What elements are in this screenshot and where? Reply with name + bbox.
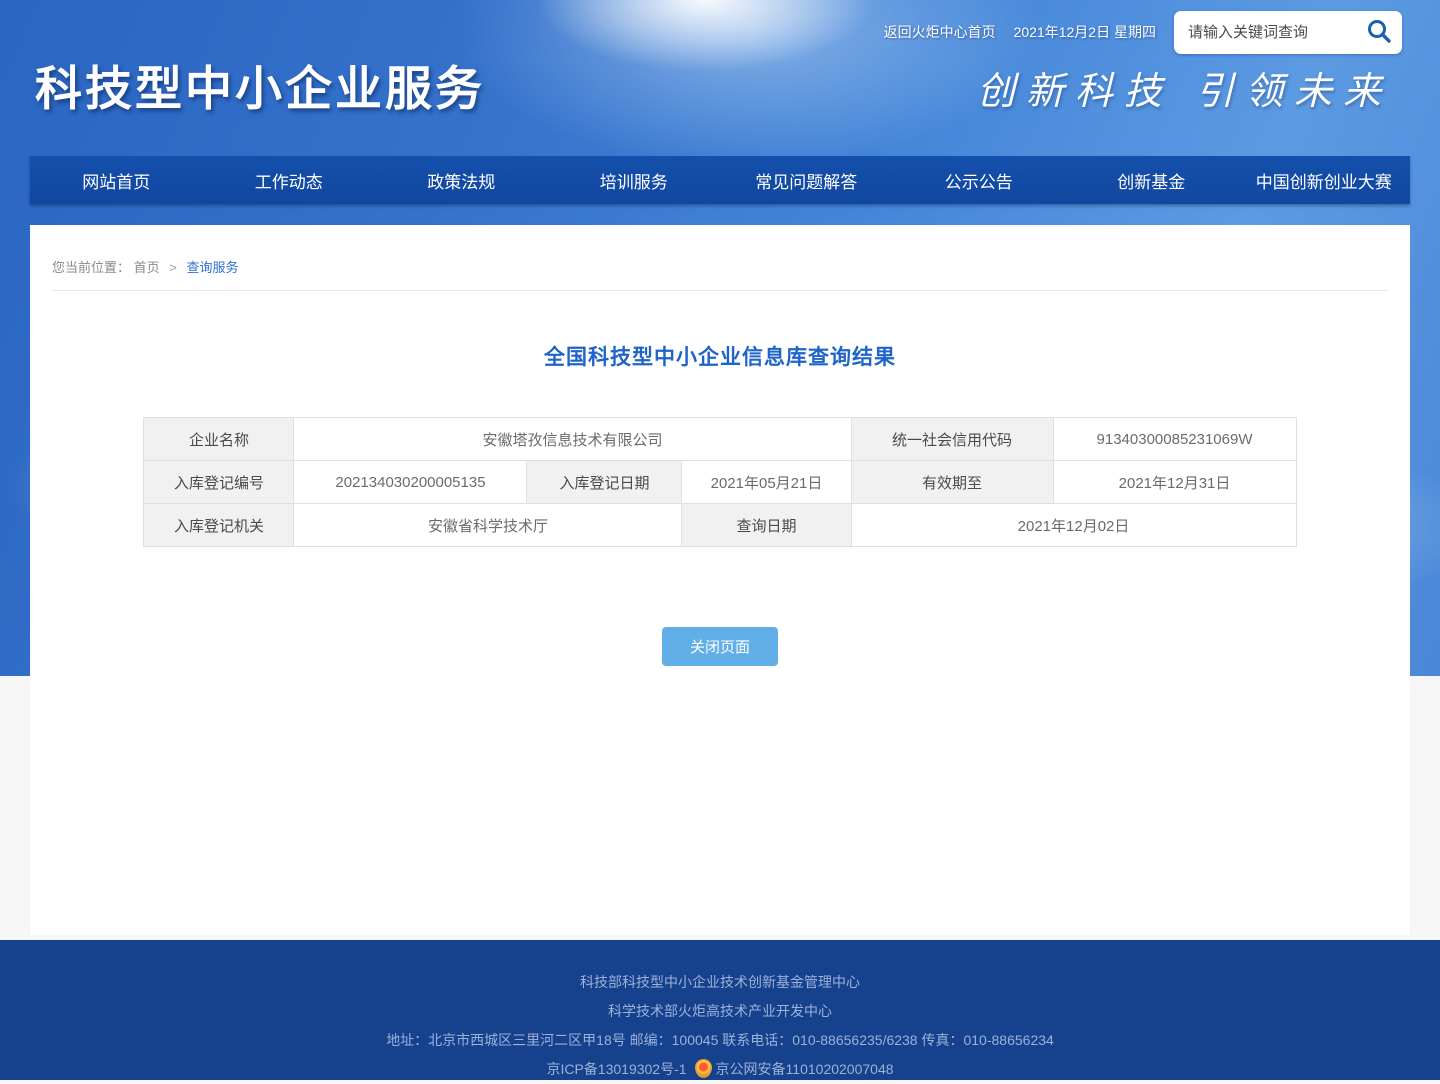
reg-number-label: 入库登记编号 (144, 461, 294, 504)
police-badge-icon (695, 1059, 712, 1078)
query-date-value: 2021年12月02日 (851, 504, 1296, 547)
credit-code-value: 91340300085231069W (1053, 418, 1296, 461)
nav-item-training[interactable]: 培训服务 (548, 156, 721, 204)
valid-until-label: 有效期至 (851, 461, 1053, 504)
query-result-table: 企业名称 安徽塔孜信息技术有限公司 统一社会信用代码 9134030008523… (143, 417, 1296, 547)
footer-org-line-2: 科学技术部火炬高技术产业开发中心 (0, 997, 1440, 1026)
query-date-label: 查询日期 (682, 504, 851, 547)
slogan-text: 创新科技 引领未来 (977, 60, 1392, 115)
table-row: 入库登记机关 安徽省科学技术厅 查询日期 2021年12月02日 (144, 504, 1296, 547)
breadcrumb-separator: > (169, 260, 177, 275)
page-title: 全国科技型中小企业信息库查询结果 (30, 341, 1410, 371)
company-name-label: 企业名称 (144, 418, 294, 461)
reg-date-label: 入库登记日期 (527, 461, 682, 504)
back-to-torch-home-link[interactable]: 返回火炬中心首页 (884, 10, 996, 54)
page-footer: 科技部科技型中小企业技术创新基金管理中心 科学技术部火炬高技术产业开发中心 地址… (0, 940, 1440, 1080)
breadcrumb: 您当前位置： 首页 > 查询服务 (30, 225, 1410, 276)
company-name-value: 安徽塔孜信息技术有限公司 (294, 418, 851, 461)
search-icon (1365, 33, 1393, 48)
nav-item-innovation-fund[interactable]: 创新基金 (1065, 156, 1238, 204)
content-panel: 您当前位置： 首页 > 查询服务 全国科技型中小企业信息库查询结果 企业名称 安… (30, 225, 1410, 935)
footer-contact-line: 地址：北京市西城区三里河二区甲18号 邮编：100045 联系电话：010-88… (0, 1026, 1440, 1055)
search-box (1174, 11, 1402, 54)
nav-item-work-news[interactable]: 工作动态 (203, 156, 376, 204)
police-registration-link[interactable]: 京公网安备11010202007048 (716, 1061, 894, 1077)
page-header: 科技型中小企业服务 返回火炬中心首页 2021年12月2日 星期四 创新科技 引… (0, 0, 1440, 156)
nav-item-announcements[interactable]: 公示公告 (893, 156, 1066, 204)
close-page-button[interactable]: 关闭页面 (662, 627, 778, 666)
breadcrumb-divider (52, 290, 1388, 291)
reg-authority-value: 安徽省科学技术厅 (294, 504, 682, 547)
valid-until-value: 2021年12月31日 (1053, 461, 1296, 504)
breadcrumb-prefix: 您当前位置： (52, 260, 130, 275)
breadcrumb-current-link[interactable]: 查询服务 (187, 260, 239, 275)
nav-item-home[interactable]: 网站首页 (30, 156, 203, 204)
nav-item-competition[interactable]: 中国创新创业大赛 (1238, 156, 1411, 204)
footer-org-line-1: 科技部科技型中小企业技术创新基金管理中心 (0, 968, 1440, 997)
top-utility-bar: 返回火炬中心首页 2021年12月2日 星期四 (884, 10, 1402, 54)
table-row: 企业名称 安徽塔孜信息技术有限公司 统一社会信用代码 9134030008523… (144, 418, 1296, 461)
nav-item-faq[interactable]: 常见问题解答 (720, 156, 893, 204)
search-button[interactable] (1362, 16, 1396, 50)
current-date: 2021年12月2日 星期四 (1014, 10, 1156, 54)
site-title: 科技型中小企业服务 (35, 50, 485, 119)
reg-date-value: 2021年05月21日 (682, 461, 851, 504)
main-navigation: 网站首页 工作动态 政策法规 培训服务 常见问题解答 公示公告 创新基金 中国创… (30, 156, 1410, 204)
breadcrumb-home-link[interactable]: 首页 (134, 260, 160, 275)
reg-authority-label: 入库登记机关 (144, 504, 294, 547)
table-row: 入库登记编号 202134030200005135 入库登记日期 2021年05… (144, 461, 1296, 504)
reg-number-value: 202134030200005135 (294, 461, 527, 504)
credit-code-label: 统一社会信用代码 (851, 418, 1053, 461)
nav-item-policies[interactable]: 政策法规 (375, 156, 548, 204)
icp-license-link[interactable]: 京ICP备13019302号-1 (546, 1061, 686, 1077)
